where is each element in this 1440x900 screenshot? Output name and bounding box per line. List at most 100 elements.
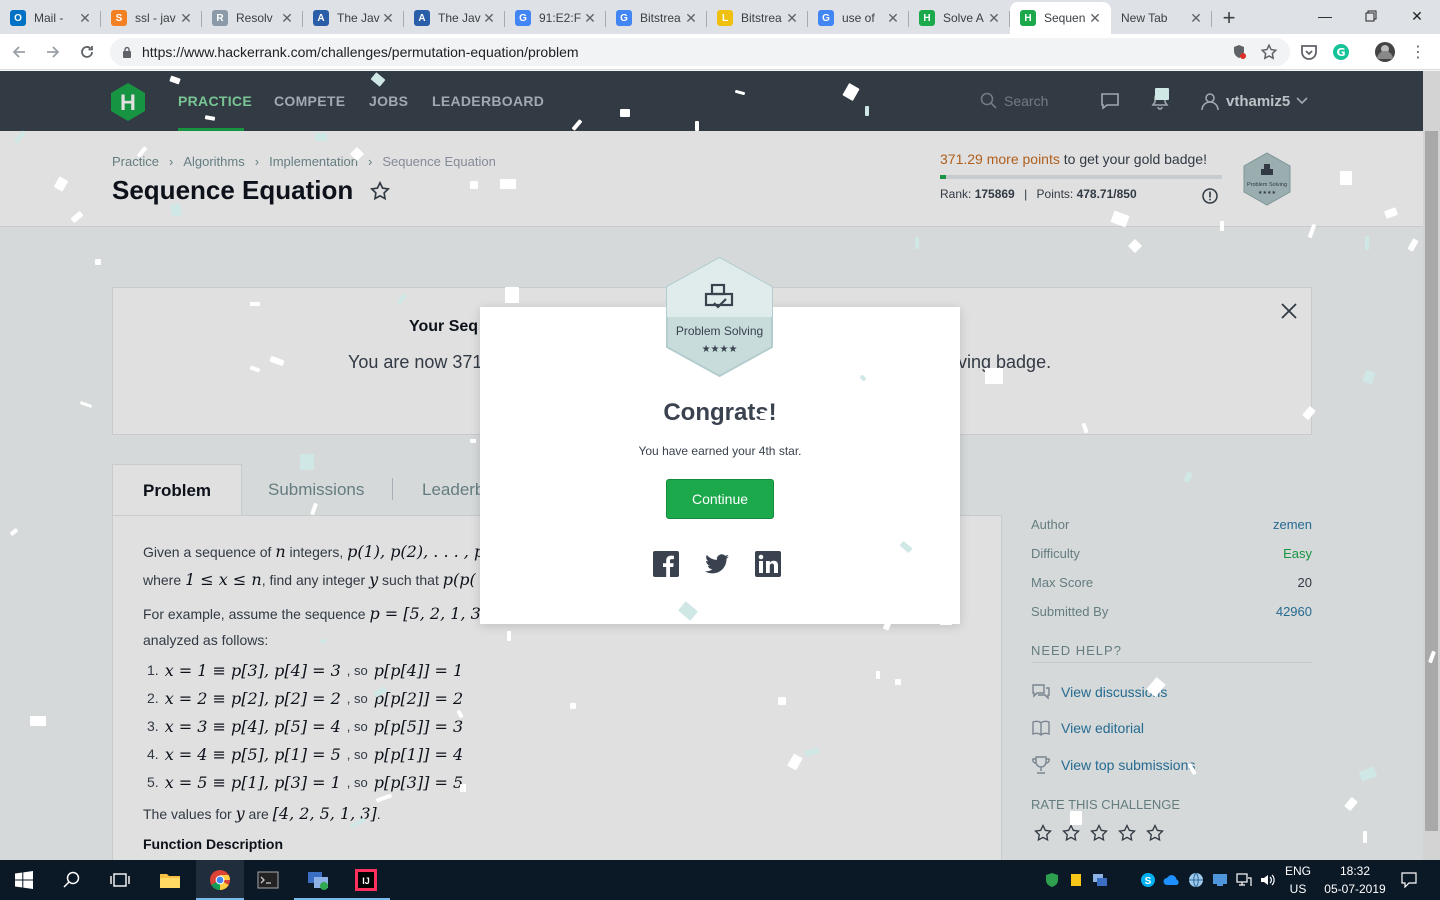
tray-network-app-icon[interactable] [1088,860,1112,900]
google-icon: G [616,10,632,26]
tab-title: 91:E2:F [539,11,582,25]
badge-label: Problem Solving [676,324,763,338]
browser-toolbar: https://www.hackerrank.com/challenges/pe… [0,34,1440,70]
tab-close-icon[interactable]: ✕ [885,10,901,27]
profile-avatar[interactable] [1374,41,1396,63]
continue-button[interactable]: Continue [666,479,774,519]
browser-tab[interactable]: L Bitstrea ✕ [707,2,808,34]
tab-close-icon[interactable]: ✕ [986,10,1002,27]
skype-icon[interactable]: S [1136,860,1160,900]
browser-tab[interactable]: G 91:E2:F ✕ [505,2,606,34]
tab-close-icon[interactable]: ✕ [178,10,194,27]
tab-close-icon[interactable]: ✕ [1087,10,1103,27]
confetti-piece [300,454,314,470]
tab-close-icon[interactable]: ✕ [279,10,295,27]
browser-tab[interactable]: H Sequen ✕ [1010,2,1111,34]
language-indicator[interactable]: ENG US [1282,862,1314,898]
browser-tab[interactable]: A The Jav ✕ [404,2,505,34]
linkedin-icon[interactable] [755,551,781,577]
reload-icon[interactable] [72,37,102,67]
globe-tray-icon[interactable] [1184,860,1208,900]
twitter-icon[interactable] [704,551,730,577]
tab-title: Bitstrea [741,11,782,25]
display-tray-icon[interactable] [1208,860,1232,900]
tab-close-icon[interactable]: ✕ [582,10,598,27]
confetti-piece [470,181,478,189]
google-icon: G [515,10,531,26]
browser-tab[interactable]: New Tab ✕ [1111,2,1212,34]
browser-tab[interactable]: R Resolv ✕ [202,2,303,34]
confetti-piece [1220,221,1224,231]
hackerrank-icon: H [919,10,935,26]
browser-tab[interactable]: Guse of ✕ [808,2,909,34]
browser-tab[interactable]: A The Jav ✕ [303,2,404,34]
tab-close-icon[interactable]: ✕ [683,10,699,27]
confetti-piece [505,287,519,303]
facebook-icon[interactable] [653,551,679,577]
grammarly-icon[interactable]: G [1330,41,1352,63]
network-app-icon[interactable] [294,860,342,900]
svg-text:G: G [1336,46,1345,59]
confetti-piece [915,237,919,249]
action-center-icon[interactable] [1394,860,1424,900]
tab-title: New Tab [1121,11,1168,25]
volume-icon[interactable] [1256,860,1280,900]
confetti-piece [895,679,901,685]
confetti-piece [460,784,466,792]
windows-start-icon[interactable] [0,860,48,900]
tab-close-icon[interactable]: ✕ [1188,10,1204,27]
badge-stars: ★★★★ [702,344,738,355]
tab-title: Mail - [34,11,64,25]
outlook-icon: O [10,10,26,26]
file-explorer-icon[interactable] [146,860,194,900]
clock-date: 05-07-2019 [1324,882,1386,896]
task-view-icon[interactable] [96,860,144,900]
bookmark-star-icon[interactable] [1258,41,1280,63]
address-bar[interactable]: https://www.hackerrank.com/challenges/pe… [110,38,1290,66]
confetti-piece [695,121,699,131]
tab-close-icon[interactable]: ✕ [77,10,93,27]
tab-close-icon[interactable]: ✕ [784,10,800,27]
problem-solving-badge: Problem Solving ★★★★ [664,256,775,378]
tab-title: Sequen [1044,11,1086,25]
svg-text:S: S [1145,876,1152,887]
confetti-piece [985,368,1003,384]
confetti-piece [828,549,834,553]
browser-tab[interactable]: Sssl - jav ✕ [101,2,202,34]
forward-arrow-icon[interactable] [38,37,68,67]
chrome-icon[interactable] [196,860,244,900]
browser-menu-icon[interactable]: ⋮ [1407,41,1429,63]
tray-app-icon[interactable] [1064,860,1088,900]
tab-close-icon[interactable]: ✕ [380,10,396,27]
clock[interactable]: 18:32 05-07-2019 [1318,862,1392,898]
new-tab-button[interactable]: + [1212,2,1246,34]
tab-close-icon[interactable]: ✕ [481,10,497,27]
a-icon: A [414,10,430,26]
blocked-cookie-icon[interactable] [1228,41,1250,63]
close-window-icon[interactable]: ✕ [1394,0,1440,32]
congrats-heading: Congrats! [663,399,777,426]
search-icon[interactable] [48,860,96,900]
terminal-icon[interactable] [244,860,292,900]
browser-tab[interactable]: O Mail - ✕ [0,2,101,34]
tab-title: Bitstrea [640,11,681,25]
confetti-piece [1070,811,1082,825]
confetti-piece [250,302,260,306]
maximize-icon[interactable] [1348,0,1394,32]
tab-title: The Jav [438,11,481,25]
browser-tab[interactable]: G Bitstrea ✕ [606,2,707,34]
intellij-icon[interactable]: IJ [342,860,390,900]
pocket-icon[interactable] [1298,41,1320,63]
back-arrow-icon[interactable] [4,37,34,67]
security-tray-icon[interactable] [1040,860,1064,900]
svg-text:IJ: IJ [362,876,370,886]
browser-tab[interactable]: H Solve A ✕ [909,2,1010,34]
minimize-icon[interactable]: — [1302,0,1348,32]
hackerrank-page: H PRACTICE COMPETE JOBS LEADERBOARD Sear… [0,71,1440,860]
globe-icon: R [212,10,228,26]
confetti-piece [865,106,869,116]
tab-title: The Jav [337,11,380,25]
confetti-piece [620,109,630,117]
onedrive-icon[interactable] [1160,860,1184,900]
network-icon[interactable] [1232,860,1256,900]
